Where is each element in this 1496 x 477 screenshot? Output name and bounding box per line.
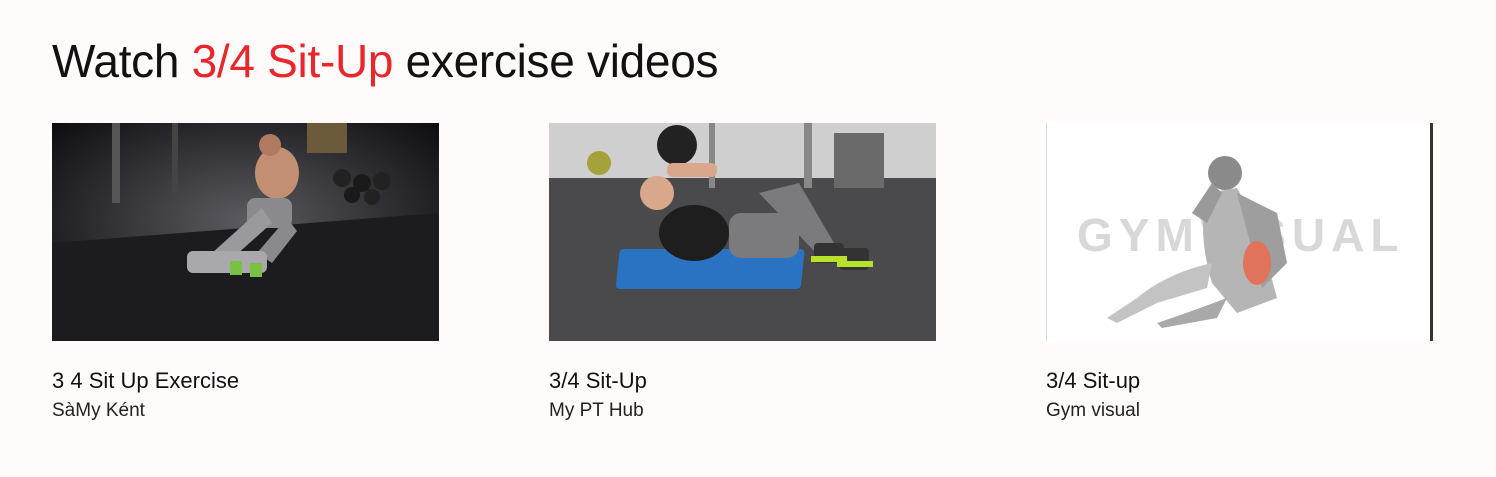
video-title-1[interactable]: 3 4 Sit Up Exercise — [52, 367, 439, 395]
video-thumbnail-1[interactable] — [52, 123, 439, 341]
title-exercise-name: 3/4 Sit-Up — [191, 35, 394, 87]
anatomy-illustration-icon: GYMVISUAL — [1047, 123, 1430, 341]
video-card-3[interactable]: GYMVISUAL 3/4 Sit-up Gym visual — [1046, 123, 1433, 423]
video-card-2[interactable]: 3/4 Sit-Up My PT Hub — [549, 123, 936, 423]
title-suffix: exercise videos — [393, 35, 719, 87]
video-title-3[interactable]: 3/4 Sit-up — [1046, 367, 1433, 395]
video-thumbnail-3[interactable]: GYMVISUAL — [1046, 123, 1433, 341]
video-author-1[interactable]: SàMy Ként — [52, 399, 439, 423]
video-title-2[interactable]: 3/4 Sit-Up — [549, 367, 936, 395]
gym-situp-photo-icon — [52, 123, 439, 341]
video-card-1[interactable]: 3 4 Sit Up Exercise SàMy Ként — [52, 123, 439, 423]
video-author-3[interactable]: Gym visual — [1046, 399, 1433, 423]
video-author-2[interactable]: My PT Hub — [549, 399, 936, 423]
video-thumbnail-2[interactable] — [549, 123, 936, 341]
page-title: Watch 3/4 Sit-Up exercise videos — [52, 34, 719, 88]
mat-situp-photo-icon — [549, 123, 936, 341]
title-prefix: Watch — [52, 35, 192, 87]
